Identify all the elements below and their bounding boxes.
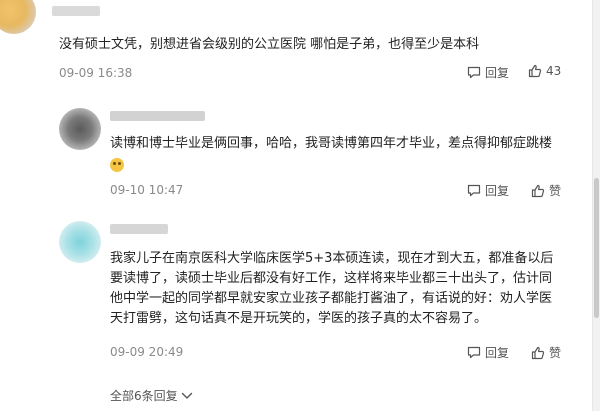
- laughing-emoji-icon: [110, 158, 124, 172]
- comment-text-content: 读博和博士毕业是俩回事，哈哈，我哥读博第四年才毕业，差点得抑郁症跳楼: [110, 136, 553, 151]
- expand-replies-button[interactable]: 全部6条回复: [110, 387, 193, 404]
- thumbs-up-icon: [531, 346, 545, 359]
- username[interactable]: [52, 6, 100, 16]
- reply-icon: [467, 346, 481, 359]
- avatar[interactable]: [0, 0, 36, 34]
- avatar[interactable]: [59, 221, 101, 263]
- reply-button[interactable]: 回复: [467, 344, 509, 361]
- like-label: 赞: [549, 346, 562, 360]
- reply-label: 回复: [485, 66, 510, 80]
- username[interactable]: [110, 111, 205, 121]
- scrollbar-thumb[interactable]: [594, 178, 599, 318]
- reply-icon: [467, 66, 481, 79]
- reply-icon: [467, 184, 481, 197]
- reply-label: 回复: [485, 184, 510, 198]
- like-button[interactable]: 43: [528, 64, 561, 78]
- like-button[interactable]: 赞: [531, 344, 561, 361]
- reply-button[interactable]: 回复: [467, 64, 509, 81]
- like-button[interactable]: 赞: [531, 182, 561, 199]
- thumbs-up-icon: [528, 64, 542, 78]
- comment-time: 09-10 10:47: [110, 183, 184, 197]
- reply-label: 回复: [485, 346, 510, 360]
- thumbs-up-icon: [531, 184, 545, 197]
- comment-time: 09-09 20:49: [110, 345, 184, 359]
- comment-text-line-1: 我家儿子在南京医科大学临床医学5+3本硕连读，现在才到大五，都准备以后: [110, 251, 554, 266]
- like-label: 赞: [549, 184, 562, 198]
- username[interactable]: [110, 224, 168, 234]
- comment-text-line-2: 要读博了，读硕士毕业后都没有好工作，这样将来毕业都三十出头了，估计同: [110, 271, 553, 286]
- expand-replies-label: 全部6条回复: [110, 389, 178, 403]
- reply-button[interactable]: 回复: [467, 182, 509, 199]
- comment-text: 没有硕士文凭，别想进省会级别的公立医院 哪怕是子弟，也得至少是本科: [59, 37, 480, 52]
- comment-text-line-3: 他中学一起的同学都早就安家立业孩子都能打酱油了，有话说的好：劝人学医: [110, 291, 553, 306]
- scrollbar[interactable]: [592, 0, 600, 411]
- comment-time: 09-09 16:38: [59, 66, 133, 80]
- chevron-down-icon: [181, 392, 192, 399]
- comment-text-line-4: 天打雷劈，这句话真不是开玩笑的，学医的孩子真的太不容易了。: [110, 311, 488, 326]
- comment-text: 读博和博士毕业是俩回事，哈哈，我哥读博第四年才毕业，差点得抑郁症跳楼: [110, 134, 552, 154]
- like-count: 43: [546, 64, 562, 78]
- avatar[interactable]: [59, 108, 101, 150]
